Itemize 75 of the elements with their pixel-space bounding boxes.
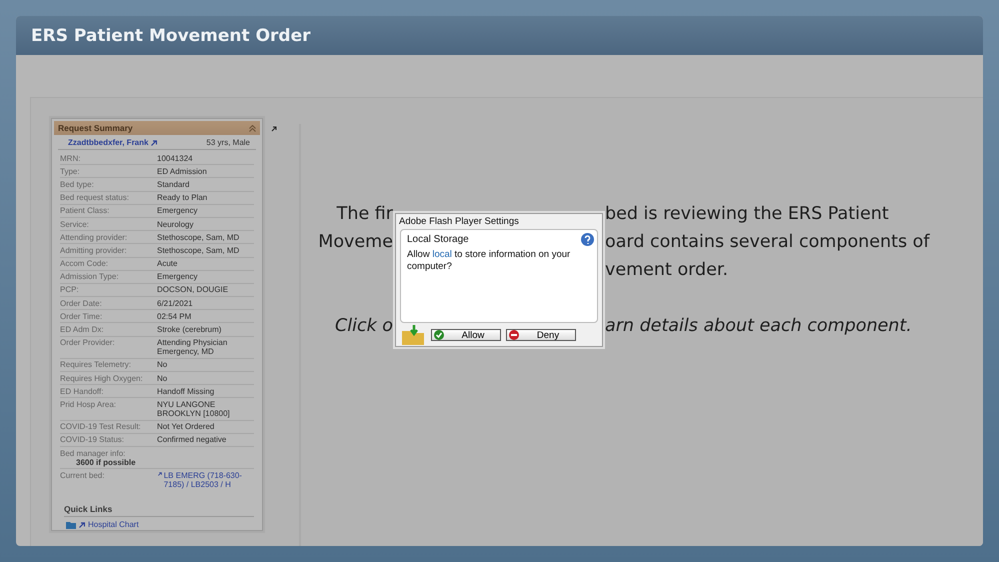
- dialog-message: Allow local to store information on your computer?: [407, 249, 572, 273]
- field-label: ED Handoff:: [60, 386, 104, 396]
- card-title: Request Summary: [58, 123, 133, 133]
- field-label: Service:: [60, 220, 90, 229]
- dialog-title: Adobe Flash Player Settings: [398, 215, 520, 229]
- field-label: Type:: [60, 166, 81, 176]
- field-label: Order Time:: [60, 312, 104, 321]
- field-value: Confirmed negative: [157, 435, 228, 444]
- field-value: Stethoscope, Sam, MD: [157, 246, 240, 255]
- field-label: PCP:: [60, 285, 80, 294]
- window-title: ERS Patient Movement Order: [31, 26, 310, 46]
- field-value: Acute: [157, 259, 178, 268]
- field-value: 02:54 PM: [157, 312, 192, 321]
- dialog-heading: Local Storage: [407, 234, 469, 245]
- field-value: DOCSON, DOUGIE: [157, 285, 230, 294]
- folder-icon: [66, 520, 76, 529]
- field-value: No: [157, 360, 168, 370]
- instruction-text: Click o: [334, 315, 393, 338]
- field-value: Handoff Missing: [157, 386, 216, 396]
- field-value: No: [157, 374, 168, 383]
- intro-text: Moveme: [317, 231, 393, 254]
- field-label: COVID-19 Status:: [60, 435, 126, 444]
- field-label: ED Adm Dx:: [60, 325, 105, 334]
- field-label: Accom Code:: [60, 259, 110, 268]
- bed-link[interactable]: LB EMERG (718-630-7185) / LB2503 / H: [164, 470, 254, 489]
- field-label: Bed type:: [60, 180, 95, 189]
- field-label: Order Date:: [60, 298, 103, 308]
- field-value: 6/21/2021: [157, 298, 194, 308]
- field-value: Emergency: [157, 272, 198, 282]
- field-value: 3600 if possible: [75, 458, 137, 467]
- external-link-icon: [158, 470, 162, 477]
- collapse-icon[interactable]: [249, 124, 256, 132]
- field-value: Ready to Plan: [157, 193, 208, 202]
- folder-download-icon: [402, 325, 426, 345]
- field-value: Emergency: [157, 206, 198, 216]
- intro-text: vement order.: [605, 259, 728, 282]
- field-label: Current bed:: [60, 470, 106, 482]
- field-value: Stethoscope, Sam, MD: [157, 232, 240, 242]
- deny-icon: [509, 330, 519, 340]
- patient-link[interactable]: Zzadtbbedxfer, Frank: [68, 138, 148, 147]
- field-value: Not Yet Ordered: [157, 422, 216, 432]
- intro-text: oard contains several components of: [605, 231, 930, 254]
- field-label: Admission Type:: [60, 272, 120, 282]
- field-label: Attending provider:: [60, 232, 128, 242]
- field-value: ED Admission: [157, 166, 208, 176]
- age-sex: 53 yrs, Male: [206, 138, 250, 147]
- field-label: MRN:: [60, 154, 82, 163]
- field-value: NYU LANGONE BROOKLYN [10800]: [157, 400, 231, 418]
- field-label: Prid Hosp Area:: [60, 400, 118, 411]
- field-value: Attending Physician Emergency, MD: [157, 338, 228, 356]
- field-value: Neurology: [157, 220, 194, 229]
- quick-link[interactable]: Hospital Chart: [88, 520, 139, 530]
- field-label: COVID-19 Test Result:: [60, 422, 142, 432]
- check-icon: [434, 330, 444, 340]
- allow-button[interactable]: Allow: [431, 329, 501, 341]
- deny-button[interactable]: Deny: [506, 329, 576, 341]
- field-value: Standard: [157, 180, 190, 189]
- field-label: Admitting provider:: [60, 246, 128, 255]
- field-label: Patient Class:: [60, 206, 110, 216]
- field-value: 10041324: [157, 154, 194, 163]
- field-label: Order Provider:: [60, 338, 116, 350]
- external-link-icon: [79, 522, 85, 528]
- section-title: Quick Links: [64, 504, 254, 518]
- field-label: Requires Telemetry:: [60, 360, 132, 370]
- field-label: Requires High Oxygen:: [60, 374, 144, 383]
- intro-text: bed is reviewing the ERS Patient: [605, 203, 889, 226]
- field-label: Bed manager info:: [60, 448, 126, 458]
- intro-text: The fir: [336, 203, 393, 226]
- field-value: Stroke (cerebrum): [157, 325, 222, 334]
- external-link-icon: [151, 140, 158, 146]
- local-link[interactable]: local: [432, 249, 452, 260]
- expand-arrow-icon[interactable]: [271, 126, 277, 132]
- field-label: Bed request status:: [60, 193, 130, 202]
- instruction-text: arn details about each component.: [605, 315, 912, 338]
- help-icon[interactable]: [581, 233, 594, 246]
